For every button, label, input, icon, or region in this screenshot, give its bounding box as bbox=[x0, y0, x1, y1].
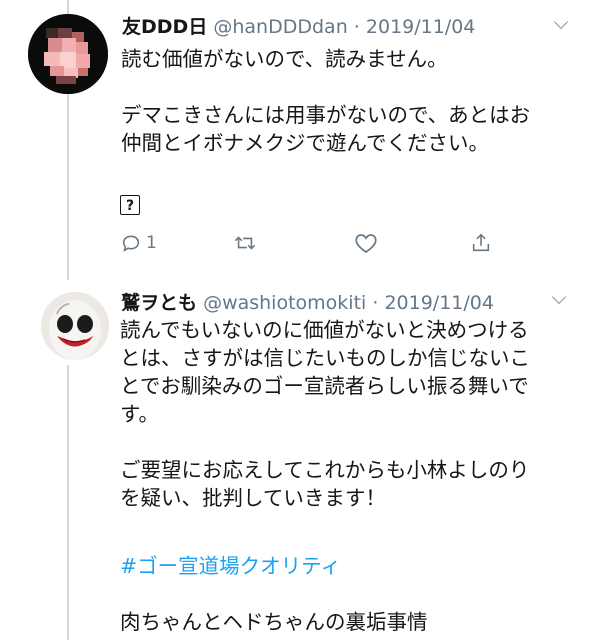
avatar[interactable] bbox=[41, 292, 109, 360]
username-handle[interactable]: @washiotomokiti bbox=[203, 292, 366, 314]
tweet-header: 鷲ヲとも @washiotomokiti · 2019/11/04 bbox=[121, 288, 494, 315]
thread-connector-line bbox=[67, 365, 69, 640]
tweet-body: 読んでもいないのに価値がないと決めつける とは、さすがは信じたいものしか信じない… bbox=[120, 318, 530, 510]
reply-icon bbox=[122, 235, 140, 252]
separator-dot: · bbox=[353, 16, 360, 38]
timestamp[interactable]: 2019/11/04 bbox=[366, 16, 476, 38]
share-button[interactable] bbox=[470, 232, 492, 254]
tweet-body: 読む価値がないので、読みません。 デマこきさんには用事がないので、あとはお 仲間… bbox=[121, 47, 531, 155]
separator-dot: · bbox=[372, 292, 379, 314]
chevron-down-icon[interactable] bbox=[551, 289, 567, 305]
retweet-button[interactable] bbox=[233, 232, 257, 254]
display-name[interactable]: 友DDD日 bbox=[122, 16, 207, 38]
unknown-character-glyph: ? bbox=[120, 195, 140, 215]
like-button[interactable] bbox=[354, 232, 378, 254]
reply-button[interactable]: 1 bbox=[120, 232, 157, 254]
timestamp[interactable]: 2019/11/04 bbox=[384, 292, 494, 314]
tweet-body-tail: 肉ちゃんとヘドちゃんの裏垢事情 bbox=[120, 610, 428, 634]
reply-count: 1 bbox=[146, 233, 157, 253]
username-handle[interactable]: @hanDDDdan bbox=[213, 16, 347, 38]
chevron-down-icon[interactable] bbox=[553, 14, 569, 30]
hashtag-link[interactable]: #ゴー宣道場クオリティ bbox=[120, 552, 341, 580]
retweet-icon bbox=[234, 236, 256, 250]
like-icon bbox=[355, 234, 377, 254]
tweet-header: 友DDD日 @hanDDDdan · 2019/11/04 bbox=[122, 12, 475, 39]
avatar[interactable] bbox=[28, 14, 108, 94]
share-icon bbox=[472, 233, 490, 252]
display-name[interactable]: 鷲ヲとも bbox=[121, 292, 197, 314]
